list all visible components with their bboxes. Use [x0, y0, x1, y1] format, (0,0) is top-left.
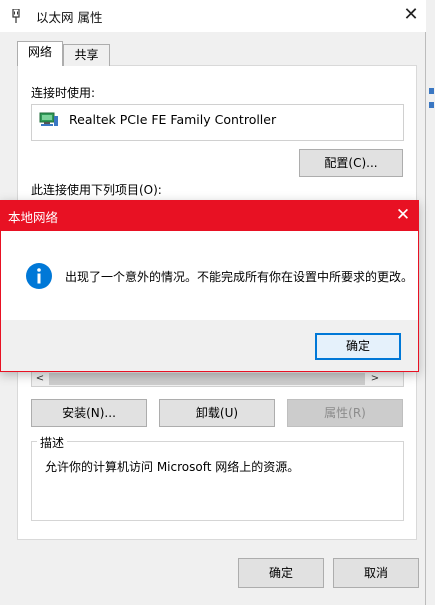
dialog-message: 出现了一个意外的情况。不能完成所有你在设置中所要求的更改。 [65, 270, 414, 284]
background-window-edge [428, 80, 435, 120]
dialog-title: 本地网络 [8, 210, 59, 225]
tab-network[interactable]: 网络 [17, 41, 63, 66]
close-icon[interactable]: ✕ [398, 4, 424, 28]
network-adapter-icon [10, 8, 22, 23]
items-label: 此连接使用下列项目(O): [31, 183, 162, 197]
scroll-right-icon[interactable]: > [368, 371, 382, 387]
cancel-button[interactable]: 取消 [333, 558, 419, 588]
ok-button[interactable]: 确定 [238, 558, 324, 588]
install-button[interactable]: 安装(N)... [31, 399, 147, 427]
description-text: 允许你的计算机访问 Microsoft 网络上的资源。 [45, 460, 300, 474]
dialog-close-icon[interactable]: ✕ [390, 203, 416, 227]
configure-button[interactable]: 配置(C)... [299, 149, 403, 177]
scrollbar-thumb[interactable] [49, 373, 365, 385]
window-title: 以太网 属性 [36, 10, 103, 25]
tab-share[interactable]: 共享 [63, 44, 110, 66]
scroll-left-icon[interactable]: < [33, 371, 47, 387]
network-card-icon [39, 112, 59, 130]
adapter-name: Realtek PCIe FE Family Controller [69, 112, 277, 127]
dialog-ok-button[interactable]: 确定 [315, 333, 401, 360]
description-title: 描述 [37, 434, 68, 451]
dialog-titlebar [0, 200, 419, 231]
description-group [31, 441, 404, 521]
connect-using-label: 连接时使用: [31, 86, 96, 100]
uninstall-button[interactable]: 卸载(U) [159, 399, 275, 427]
properties-button[interactable]: 属性(R) [287, 399, 403, 427]
info-icon [25, 262, 53, 290]
